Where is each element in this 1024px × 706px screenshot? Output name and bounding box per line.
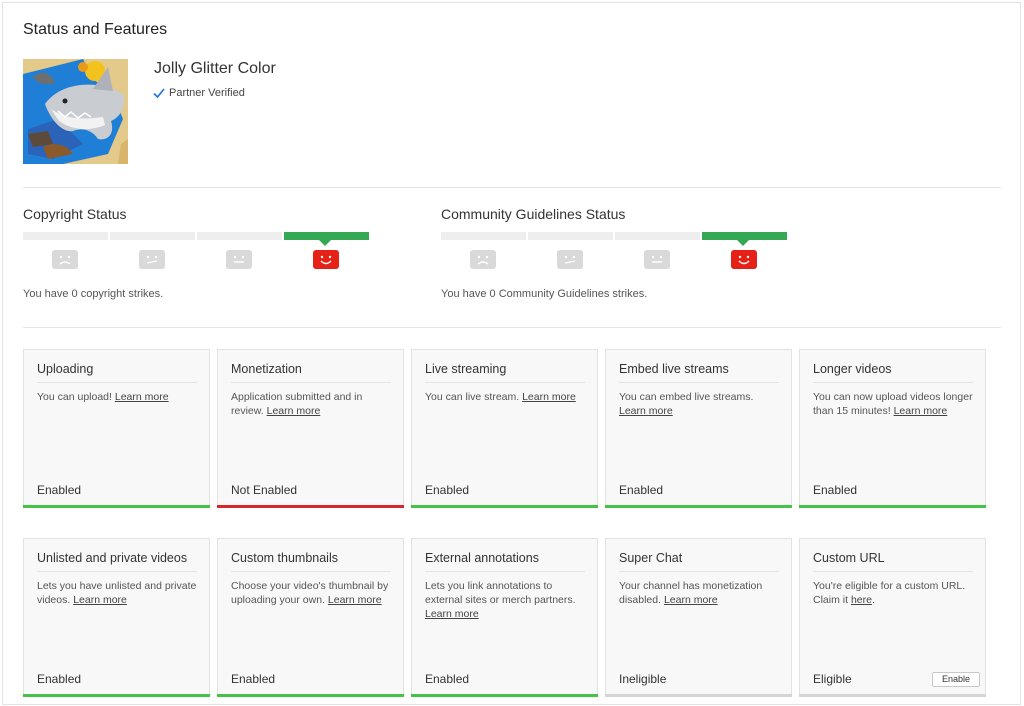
- feature-state: Ineligible: [619, 672, 667, 686]
- happy-face-icon: [731, 250, 757, 269]
- feature-card-unlisted-and-private-videos: Unlisted and private videos Lets you have…: [23, 538, 210, 697]
- community-guidelines-title: Community Guidelines Status: [441, 206, 626, 222]
- channel-avatar[interactable]: [23, 59, 128, 164]
- feature-status-bar: [605, 505, 792, 508]
- feature-status-bar: [799, 694, 986, 697]
- feature-status-bar: [23, 694, 210, 697]
- partner-verified-label: Partner Verified: [169, 87, 245, 99]
- feature-state: Enabled: [813, 483, 858, 497]
- strike-level-segment: [615, 232, 700, 240]
- feature-state: Eligible: [813, 672, 852, 686]
- section-divider: [23, 187, 1001, 188]
- strike-level-segment: [110, 232, 195, 240]
- feature-card-external-annotations: External annotations Lets you link annota…: [411, 538, 598, 697]
- neutral-face-icon: [139, 250, 165, 269]
- feature-status-bar: [217, 694, 404, 697]
- copyright-status: Copyright Status You have 0 copyright st…: [23, 206, 383, 300]
- feature-title: Super Chat: [619, 551, 779, 572]
- happy-face-icon: [313, 250, 339, 269]
- learn-more-link[interactable]: Learn more: [522, 391, 576, 403]
- community-strike-meter: [441, 232, 788, 269]
- section-divider: [23, 327, 1001, 328]
- channel-name[interactable]: Jolly Glitter Color: [154, 60, 276, 78]
- feature-card-longer-videos: Longer videos You can now upload videos l…: [799, 349, 986, 508]
- strike-level-segment: [284, 232, 369, 246]
- feature-description-suffix: .: [871, 594, 875, 606]
- learn-more-link[interactable]: Learn more: [664, 594, 718, 606]
- feature-state: Not Enabled: [231, 483, 298, 497]
- strike-level-segment: [197, 232, 282, 240]
- feature-description: You're eligible for a custom URL. Claim …: [813, 579, 975, 607]
- strike-level-segment: [441, 232, 526, 240]
- learn-more-link[interactable]: Learn more: [619, 405, 673, 417]
- neutral-face-icon: [644, 250, 670, 269]
- feature-status-bar: [605, 694, 792, 697]
- feature-title: External annotations: [425, 551, 585, 572]
- partner-verified-badge: Partner Verified: [153, 87, 245, 99]
- learn-more-link[interactable]: Learn more: [115, 391, 169, 403]
- feature-state: Enabled: [425, 483, 470, 497]
- feature-card-super-chat: Super Chat Your channel has monetization …: [605, 538, 792, 697]
- learn-more-link[interactable]: Learn more: [73, 594, 127, 606]
- feature-card-live-streaming: Live streaming You can live stream. Learn…: [411, 349, 598, 508]
- feature-description-text: You can upload!: [37, 391, 112, 403]
- feature-description-text: Lets you link annotations to external si…: [425, 580, 576, 606]
- feature-description: Lets you link annotations to external si…: [425, 579, 587, 621]
- feature-description-text: You can embed live streams.: [619, 391, 754, 403]
- page-title: Status and Features: [23, 21, 168, 38]
- feature-description: Your channel has monetization disabled. …: [619, 579, 781, 607]
- learn-more-link[interactable]: Learn more: [894, 405, 948, 417]
- feature-title: Custom thumbnails: [231, 551, 391, 572]
- feature-description: You can now upload videos longer than 15…: [813, 390, 975, 418]
- feature-description: Choose your video's thumbnail by uploadi…: [231, 579, 393, 607]
- feature-card-custom-thumbnails: Custom thumbnails Choose your video's thu…: [217, 538, 404, 697]
- enable-button[interactable]: Enable: [932, 672, 980, 687]
- community-guidelines-status: Community Guidelines Status You have 0 C…: [441, 206, 801, 300]
- copyright-strike-meter: [23, 232, 370, 269]
- feature-description-text: You're eligible for a custom URL. Claim …: [813, 580, 966, 606]
- copyright-strike-text: You have 0 copyright strikes.: [23, 288, 164, 300]
- feature-title: Custom URL: [813, 551, 973, 572]
- feature-description-text: You can live stream.: [425, 391, 520, 403]
- feature-title: Live streaming: [425, 362, 585, 383]
- strike-level-segment: [702, 232, 787, 246]
- feature-state: Enabled: [425, 672, 470, 686]
- feature-card-monetization: Monetization Application submitted and in…: [217, 349, 404, 508]
- feature-card-uploading: Uploading You can upload! Learn more Enabl…: [23, 349, 210, 508]
- feature-status-bar: [799, 505, 986, 508]
- feature-title: Longer videos: [813, 362, 973, 383]
- feature-title: Unlisted and private videos: [37, 551, 197, 572]
- sad-face-icon: [52, 250, 78, 269]
- feature-description: Application submitted and in review. Lea…: [231, 390, 393, 418]
- sad-face-icon: [470, 250, 496, 269]
- feature-card-custom-url: Custom URL You're eligible for a custom U…: [799, 538, 986, 697]
- feature-state: Enabled: [37, 672, 82, 686]
- feature-status-bar: [411, 505, 598, 508]
- feature-title: Embed live streams: [619, 362, 779, 383]
- community-strike-text: You have 0 Community Guidelines strikes.: [441, 288, 648, 300]
- feature-state: Enabled: [619, 483, 664, 497]
- feature-status-bar: [217, 505, 404, 508]
- feature-description: You can live stream. Learn more: [425, 390, 587, 404]
- learn-more-link[interactable]: Learn more: [328, 594, 382, 606]
- feature-description: You can upload! Learn more: [37, 390, 199, 404]
- feature-title: Uploading: [37, 362, 197, 383]
- feature-title: Monetization: [231, 362, 391, 383]
- feature-card-embed-live-streams: Embed live streams You can embed live str…: [605, 349, 792, 508]
- feature-description: Lets you have unlisted and private video…: [37, 579, 199, 607]
- feature-description: You can embed live streams. Learn more: [619, 390, 781, 418]
- feature-state: Enabled: [231, 672, 276, 686]
- feature-status-bar: [411, 694, 598, 697]
- feature-status-bar: [23, 505, 210, 508]
- neutral-face-icon: [226, 250, 252, 269]
- strike-level-segment: [528, 232, 613, 240]
- neutral-face-icon: [557, 250, 583, 269]
- feature-state: Enabled: [37, 483, 82, 497]
- copyright-status-title: Copyright Status: [23, 206, 127, 222]
- learn-more-link[interactable]: Learn more: [267, 405, 321, 417]
- learn-more-link[interactable]: here: [851, 594, 872, 606]
- strike-level-segment: [23, 232, 108, 240]
- checkmark-icon: [153, 88, 165, 99]
- learn-more-link[interactable]: Learn more: [425, 608, 479, 620]
